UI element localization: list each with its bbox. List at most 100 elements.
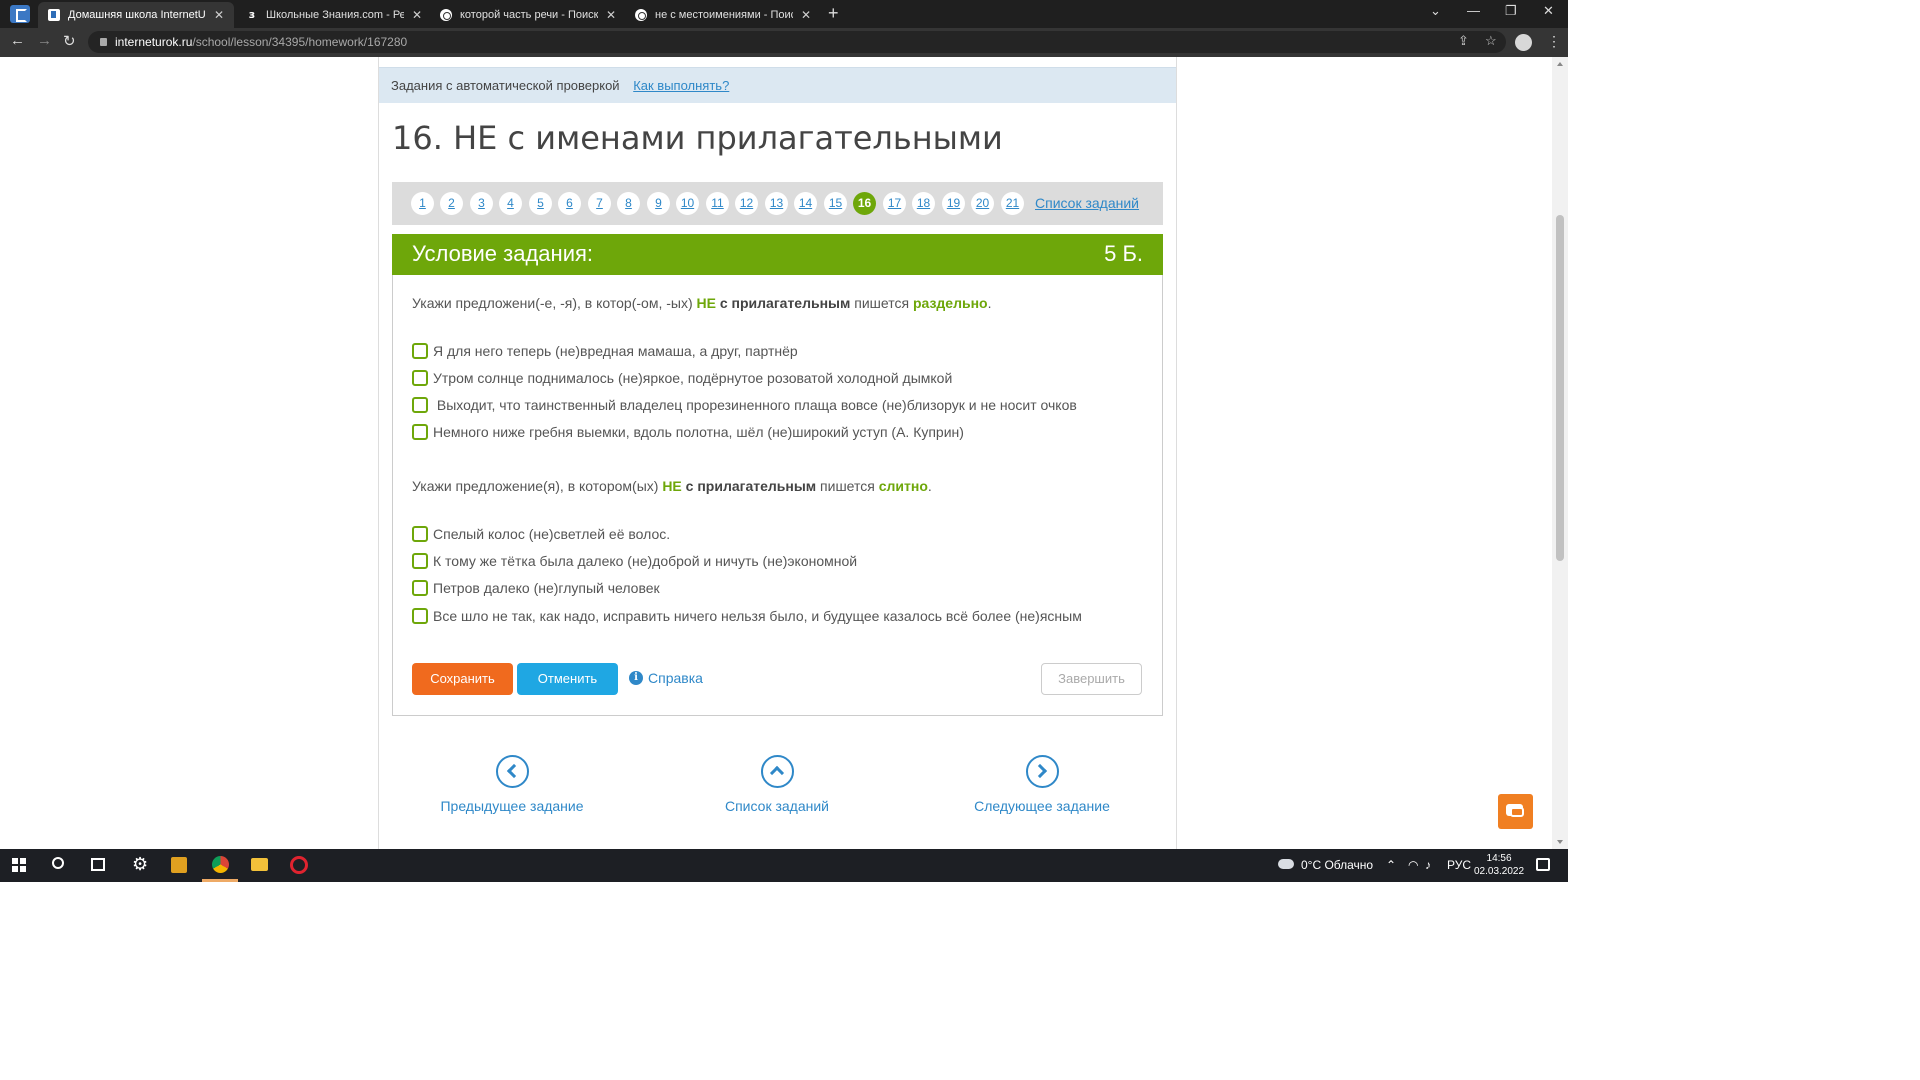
opera-icon[interactable]	[290, 856, 308, 874]
chevron-right-icon[interactable]	[1025, 755, 1059, 788]
task-view-icon[interactable]	[91, 858, 105, 871]
checkbox[interactable]	[412, 526, 428, 542]
checkbox[interactable]	[412, 343, 428, 359]
windows-taskbar: ⚙ 0°C Облачно ⌃ ◠ ♪ РУС 14:56 02.03.2022	[0, 849, 1568, 882]
notifications-icon[interactable]	[1536, 858, 1550, 871]
how-to-link[interactable]: Как выполнять?	[633, 78, 729, 93]
znanija-favicon-icon: з	[248, 8, 256, 21]
checkbox[interactable]	[412, 553, 428, 569]
reload-icon[interactable]: ↻	[63, 32, 76, 50]
q2-option-3[interactable]: Петров далеко (не)глупый человек	[412, 579, 660, 597]
chevron-left-icon[interactable]	[495, 755, 529, 788]
task-list-bottom-link[interactable]: Список заданий	[697, 798, 857, 814]
scroll-up-icon[interactable]	[1557, 62, 1563, 66]
task-list-nav[interactable]: Список заданий	[697, 755, 857, 814]
pager-item-2[interactable]: 2	[440, 192, 463, 215]
pager-item-16-active[interactable]: 16	[853, 192, 876, 215]
share-icon[interactable]: ⇪	[1458, 33, 1469, 49]
q1-option-2[interactable]: Утром солнце поднималось (не)яркое, подё…	[412, 369, 952, 387]
pager-item-15[interactable]: 15	[824, 192, 847, 215]
pager-item-6[interactable]: 6	[558, 192, 581, 215]
browser-app-icon[interactable]	[10, 5, 30, 23]
close-icon[interactable]: ✕	[606, 8, 616, 22]
pager-item-10[interactable]: 10	[676, 192, 699, 215]
media-player-icon[interactable]	[171, 857, 187, 873]
close-icon[interactable]: ✕	[412, 8, 422, 22]
new-tab-icon[interactable]: +	[828, 3, 839, 24]
task-pager: 1 2 3 4 5 6 7 8 9 10 11 12 13 14 15 16 1…	[392, 182, 1163, 225]
q2-option-1[interactable]: Спелый колос (не)светлей её волос.	[412, 525, 670, 543]
pager-item-4[interactable]: 4	[499, 192, 522, 215]
pager-item-11[interactable]: 11	[706, 192, 729, 215]
pager-item-13[interactable]: 13	[765, 192, 788, 215]
window-close-icon[interactable]: ✕	[1543, 3, 1554, 19]
language-indicator[interactable]: РУС	[1447, 849, 1471, 882]
checkbox[interactable]	[412, 608, 428, 624]
checkbox[interactable]	[412, 424, 428, 440]
scrollbar-thumb[interactable]	[1556, 215, 1564, 561]
next-task-nav[interactable]: Следующее задание	[962, 755, 1122, 814]
scroll-down-icon[interactable]	[1557, 840, 1563, 844]
weather-cloud-icon[interactable]	[1278, 859, 1294, 869]
checkbox[interactable]	[412, 580, 428, 596]
pager-item-21[interactable]: 21	[1001, 192, 1024, 215]
pager-item-5[interactable]: 5	[529, 192, 552, 215]
bookmark-star-icon[interactable]: ☆	[1485, 33, 1497, 49]
settings-gear-icon[interactable]: ⚙	[132, 854, 148, 875]
next-task-link[interactable]: Следующее задание	[962, 798, 1122, 814]
pager-item-7[interactable]: 7	[588, 192, 611, 215]
checkbox[interactable]	[412, 370, 428, 386]
prev-task-nav[interactable]: Предыдущее задание	[432, 755, 592, 814]
question-bold: с прилагательным	[681, 478, 817, 494]
clock-date: 02.03.2022	[1474, 866, 1525, 877]
minimize-icon[interactable]: —	[1467, 3, 1480, 18]
q2-option-4[interactable]: Все шло не так, как надо, исправить ниче…	[412, 607, 1082, 625]
task-list-link[interactable]: Список заданий	[1035, 195, 1139, 211]
q1-option-3[interactable]: Выходит, что таинственный владелец проре…	[412, 396, 1077, 414]
checkbox[interactable]	[412, 397, 428, 413]
pager-item-9[interactable]: 9	[647, 192, 670, 215]
forward-icon[interactable]: →	[37, 32, 52, 49]
browser-tab-4[interactable]: не с местоимениями - Поиск в Google ✕	[625, 2, 821, 28]
browser-tab-3[interactable]: которой часть речи - Поиск в Google ✕	[430, 2, 626, 28]
menu-icon[interactable]: ⋮	[1547, 33, 1561, 50]
pager-item-3[interactable]: 3	[470, 192, 493, 215]
chrome-icon[interactable]	[212, 856, 229, 873]
pager-item-18[interactable]: 18	[912, 192, 935, 215]
page-scrollbar[interactable]	[1552, 57, 1568, 849]
close-icon[interactable]: ✕	[801, 8, 811, 22]
url-field[interactable]: interneturok.ru/school/lesson/34395/home…	[88, 31, 1506, 53]
close-icon[interactable]: ✕	[214, 8, 224, 22]
profile-avatar[interactable]	[1515, 34, 1532, 51]
pager-item-12[interactable]: 12	[735, 192, 758, 215]
restore-icon[interactable]: ❐	[1505, 3, 1517, 19]
pager-item-1[interactable]: 1	[411, 192, 434, 215]
pager-item-20[interactable]: 20	[971, 192, 994, 215]
finish-button[interactable]: Завершить	[1041, 663, 1142, 695]
back-icon[interactable]: ←	[10, 32, 25, 49]
pager-item-19[interactable]: 19	[942, 192, 965, 215]
save-button[interactable]: Сохранить	[412, 663, 513, 695]
system-clock[interactable]: 14:56 02.03.2022	[1474, 852, 1524, 878]
cancel-button[interactable]: Отменить	[517, 663, 618, 695]
tab-search-icon[interactable]: ⌄	[1430, 3, 1441, 19]
q1-option-1[interactable]: Я для него теперь (не)вредная мамаша, а …	[412, 342, 798, 360]
help-link[interactable]: i Справка	[629, 670, 703, 686]
q1-option-4[interactable]: Немного ниже гребня выемки, вдоль полотн…	[412, 423, 964, 441]
chevron-up-icon[interactable]	[760, 755, 794, 788]
chat-button[interactable]	[1498, 794, 1533, 829]
pager-item-8[interactable]: 8	[617, 192, 640, 215]
windows-start-icon[interactable]	[12, 858, 26, 872]
browser-tab-2[interactable]: з Школьные Знания.com - Решае ✕	[236, 2, 432, 28]
wifi-icon[interactable]: ◠	[1408, 849, 1418, 882]
q2-option-2[interactable]: К тому же тётка была далеко (не)доброй и…	[412, 552, 857, 570]
file-explorer-icon[interactable]	[251, 858, 268, 871]
tray-chevron-up-icon[interactable]: ⌃	[1386, 849, 1396, 882]
pager-item-14[interactable]: 14	[794, 192, 817, 215]
volume-icon[interactable]: ♪	[1425, 849, 1431, 882]
prev-task-link[interactable]: Предыдущее задание	[432, 798, 592, 814]
browser-tab-1[interactable]: Домашняя школа InternetUrok.ru ✕	[38, 2, 234, 28]
search-icon[interactable]	[52, 857, 64, 869]
weather-text[interactable]: 0°C Облачно	[1301, 849, 1373, 882]
pager-item-17[interactable]: 17	[883, 192, 906, 215]
